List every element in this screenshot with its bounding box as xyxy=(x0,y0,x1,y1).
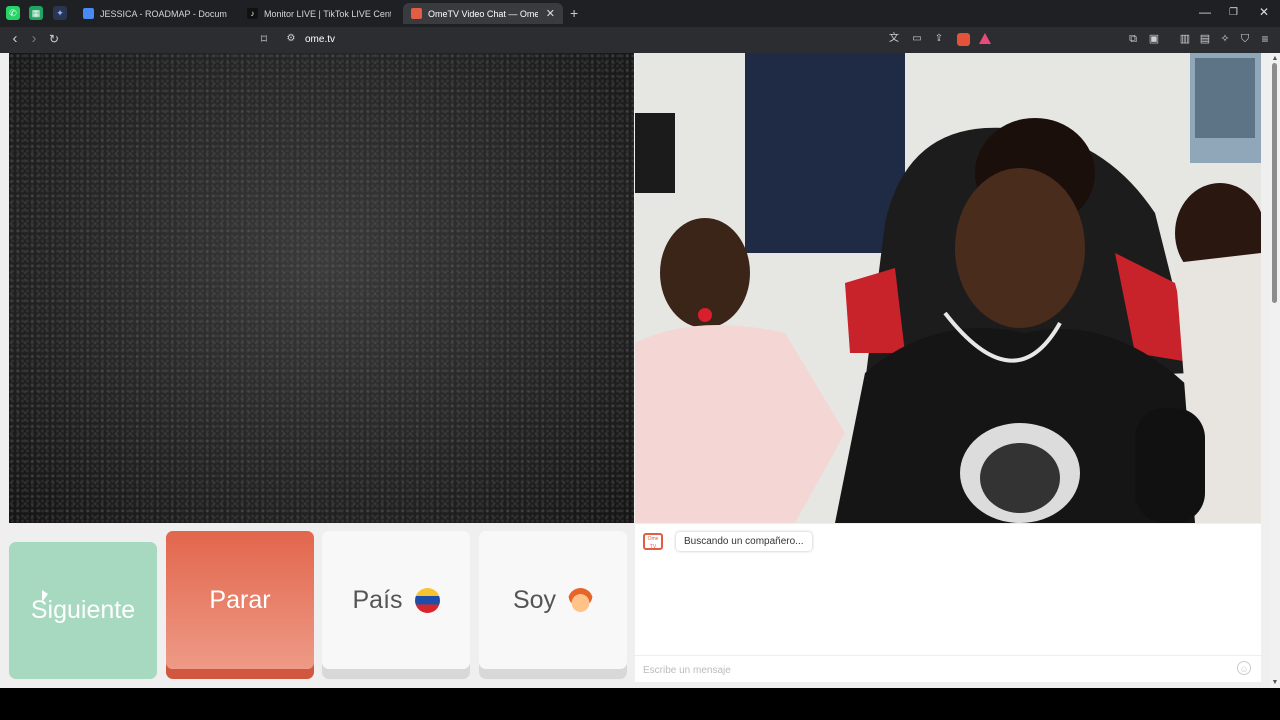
translate-icon[interactable]: 文 xyxy=(887,32,901,46)
camera-feed-image xyxy=(635,53,1261,523)
tab-ometv[interactable]: OmeTV Video Chat — Omegle ✕ xyxy=(403,3,563,24)
message-bar: ☺ xyxy=(635,655,1261,682)
scroll-down-icon[interactable]: ▼ xyxy=(1270,679,1280,686)
sidebar-icon[interactable]: ▥ xyxy=(1178,32,1192,46)
browser-toolbar: ‹ › ↻ ⌑ ⚙ ome.tv 文 ▭ ⇪ ⧉ ▣ ▥ ▤ ✧ ⛉ ≡ xyxy=(0,27,1280,53)
cast-icon[interactable]: ▭ xyxy=(910,32,924,46)
next-button[interactable]: Siguiente xyxy=(9,542,157,679)
country-button-label: País xyxy=(352,585,403,614)
site-info-icon[interactable]: ⚙ xyxy=(284,32,298,46)
restore-icon[interactable]: ❐ xyxy=(1229,7,1238,18)
gemini-icon[interactable]: ✦ xyxy=(53,6,67,20)
partner-video-static xyxy=(9,53,634,523)
tiktok-icon: ♪ xyxy=(247,8,258,19)
chat-panel: Ome TV Buscando un compañero... ☺ xyxy=(635,524,1261,682)
close-window-icon[interactable]: ✕ xyxy=(1259,5,1269,19)
wallet-icon[interactable]: ▣ xyxy=(1147,32,1161,46)
leo-icon[interactable]: ✧ xyxy=(1218,32,1232,46)
close-tab-icon[interactable]: ✕ xyxy=(540,7,555,20)
self-camera-video xyxy=(635,53,1261,523)
vpn-icon[interactable]: ⛉ xyxy=(1238,32,1252,46)
menu-icon[interactable]: ≡ xyxy=(1258,32,1272,46)
ometv-icon xyxy=(411,8,422,19)
message-input[interactable] xyxy=(641,661,1225,679)
os-taskbar xyxy=(0,688,1280,720)
boy-face-icon xyxy=(568,587,594,613)
page-scrollbar[interactable]: ▲ ▼ xyxy=(1270,53,1280,688)
forward-icon[interactable]: › xyxy=(27,31,41,46)
stop-button[interactable]: Parar xyxy=(166,531,314,669)
docs-icon xyxy=(83,8,94,19)
gender-button[interactable]: Soy xyxy=(479,531,627,669)
tab-jessica-roadmap[interactable]: JESSICA - ROADMAP - Documentos xyxy=(75,3,235,24)
extensions-icon[interactable]: ⧉ xyxy=(1126,32,1140,46)
new-tab-button[interactable]: + xyxy=(570,5,578,21)
brave-rewards-icon[interactable] xyxy=(979,33,991,44)
tab-tiktok-live[interactable]: ♪ Monitor LIVE | TikTok LIVE Center xyxy=(239,3,399,24)
stop-button-label: Parar xyxy=(209,585,271,614)
ometv-logo-icon: Ome TV xyxy=(643,533,663,550)
chat-status-message: Buscando un compañero... xyxy=(676,532,812,551)
mouse-cursor xyxy=(42,590,48,602)
minimize-icon[interactable]: — xyxy=(1199,5,1211,19)
scroll-up-icon[interactable]: ▲ xyxy=(1270,55,1280,62)
emoji-icon[interactable]: ☺ xyxy=(1237,661,1251,675)
whatsapp-icon[interactable]: ✆ xyxy=(6,6,20,20)
address-bar[interactable]: ome.tv xyxy=(305,34,335,45)
gender-button-label: Soy xyxy=(512,585,557,614)
tab-title: JESSICA - ROADMAP - Documentos xyxy=(100,8,227,19)
sheets-icon[interactable]: ▦ xyxy=(29,6,43,20)
tab-strip: ✆ ▦ ✦ JESSICA - ROADMAP - Documentos ♪ M… xyxy=(0,0,1280,27)
wallet-icon[interactable]: ▤ xyxy=(1198,32,1212,46)
country-button[interactable]: País xyxy=(322,531,470,669)
reload-icon[interactable]: ↻ xyxy=(47,32,61,46)
back-icon[interactable]: ‹ xyxy=(8,31,22,46)
venezuela-flag-icon xyxy=(414,587,440,613)
scroll-thumb[interactable] xyxy=(1272,63,1277,303)
brave-shield-icon[interactable] xyxy=(957,33,970,46)
bookmark-icon[interactable]: ⌑ xyxy=(257,32,271,46)
tab-title: OmeTV Video Chat — Omegle xyxy=(428,8,538,19)
share-icon[interactable]: ⇪ xyxy=(932,32,946,46)
tab-title: Monitor LIVE | TikTok LIVE Center xyxy=(264,8,391,19)
